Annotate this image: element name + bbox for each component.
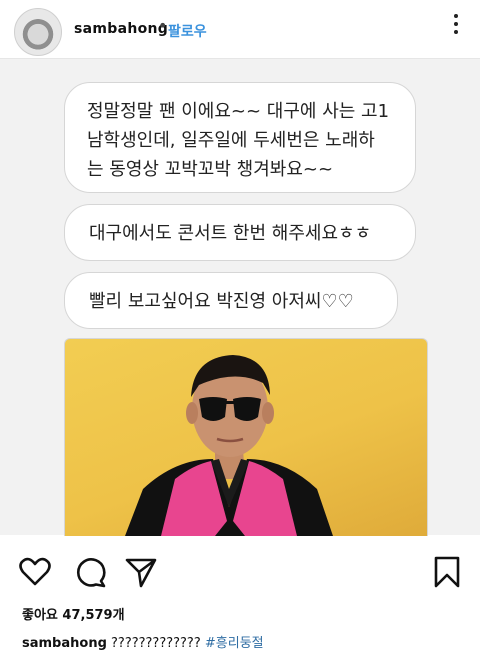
message-bubble: 빨리 보고싶어요 박진영 아저씨♡♡ — [64, 272, 398, 329]
more-options-icon[interactable] — [453, 14, 459, 36]
message-bubble: 정말정말 팬 이에요~~ 대구에 사는 고1 남학생인데, 일주일에 두세번은 … — [64, 82, 416, 193]
post-caption: sambahong ????????????? #흥리둥절 — [22, 632, 264, 651]
message-line: 정말정말 팬 이에요~~ 대구에 사는 고1 — [87, 101, 390, 122]
separator-dot: • — [158, 16, 168, 35]
message-line: 는 동영상 꼬박꼬박 챙겨봐요~~ — [87, 159, 334, 180]
comment-icon[interactable] — [74, 555, 108, 589]
likes-count[interactable]: 좋아요 47,579개 — [22, 604, 125, 623]
action-bar — [0, 545, 480, 597]
person-photo — [125, 355, 333, 536]
likes-number: 47,579개 — [62, 608, 125, 623]
likes-label: 좋아요 — [22, 608, 58, 623]
caption-text: ????????????? — [111, 636, 201, 651]
heart-icon[interactable] — [18, 555, 52, 589]
avatar[interactable] — [14, 8, 62, 56]
username[interactable]: sambahong — [74, 21, 168, 37]
message-line: 대구에서도 콘서트 한번 해주세요ㅎㅎ — [89, 223, 372, 244]
share-icon[interactable] — [124, 555, 158, 589]
caption-hashtag[interactable]: #흥리둥절 — [205, 636, 264, 651]
bookmark-icon[interactable] — [430, 555, 464, 589]
caption-username[interactable]: sambahong — [22, 636, 107, 651]
photo-attachment — [64, 338, 428, 536]
message-bubble: 대구에서도 콘서트 한번 해주세요ㅎㅎ — [64, 204, 416, 261]
message-line: 남학생인데, 일주일에 두세번은 노래하 — [87, 130, 375, 151]
post-image: 정말정말 팬 이에요~~ 대구에 사는 고1 남학생인데, 일주일에 두세번은 … — [0, 59, 480, 536]
post-header: sambahong • 팔로우 — [0, 0, 480, 59]
follow-button[interactable]: 팔로우 — [168, 21, 207, 41]
message-line: 빨리 보고싶어요 박진영 아저씨♡♡ — [89, 291, 354, 312]
